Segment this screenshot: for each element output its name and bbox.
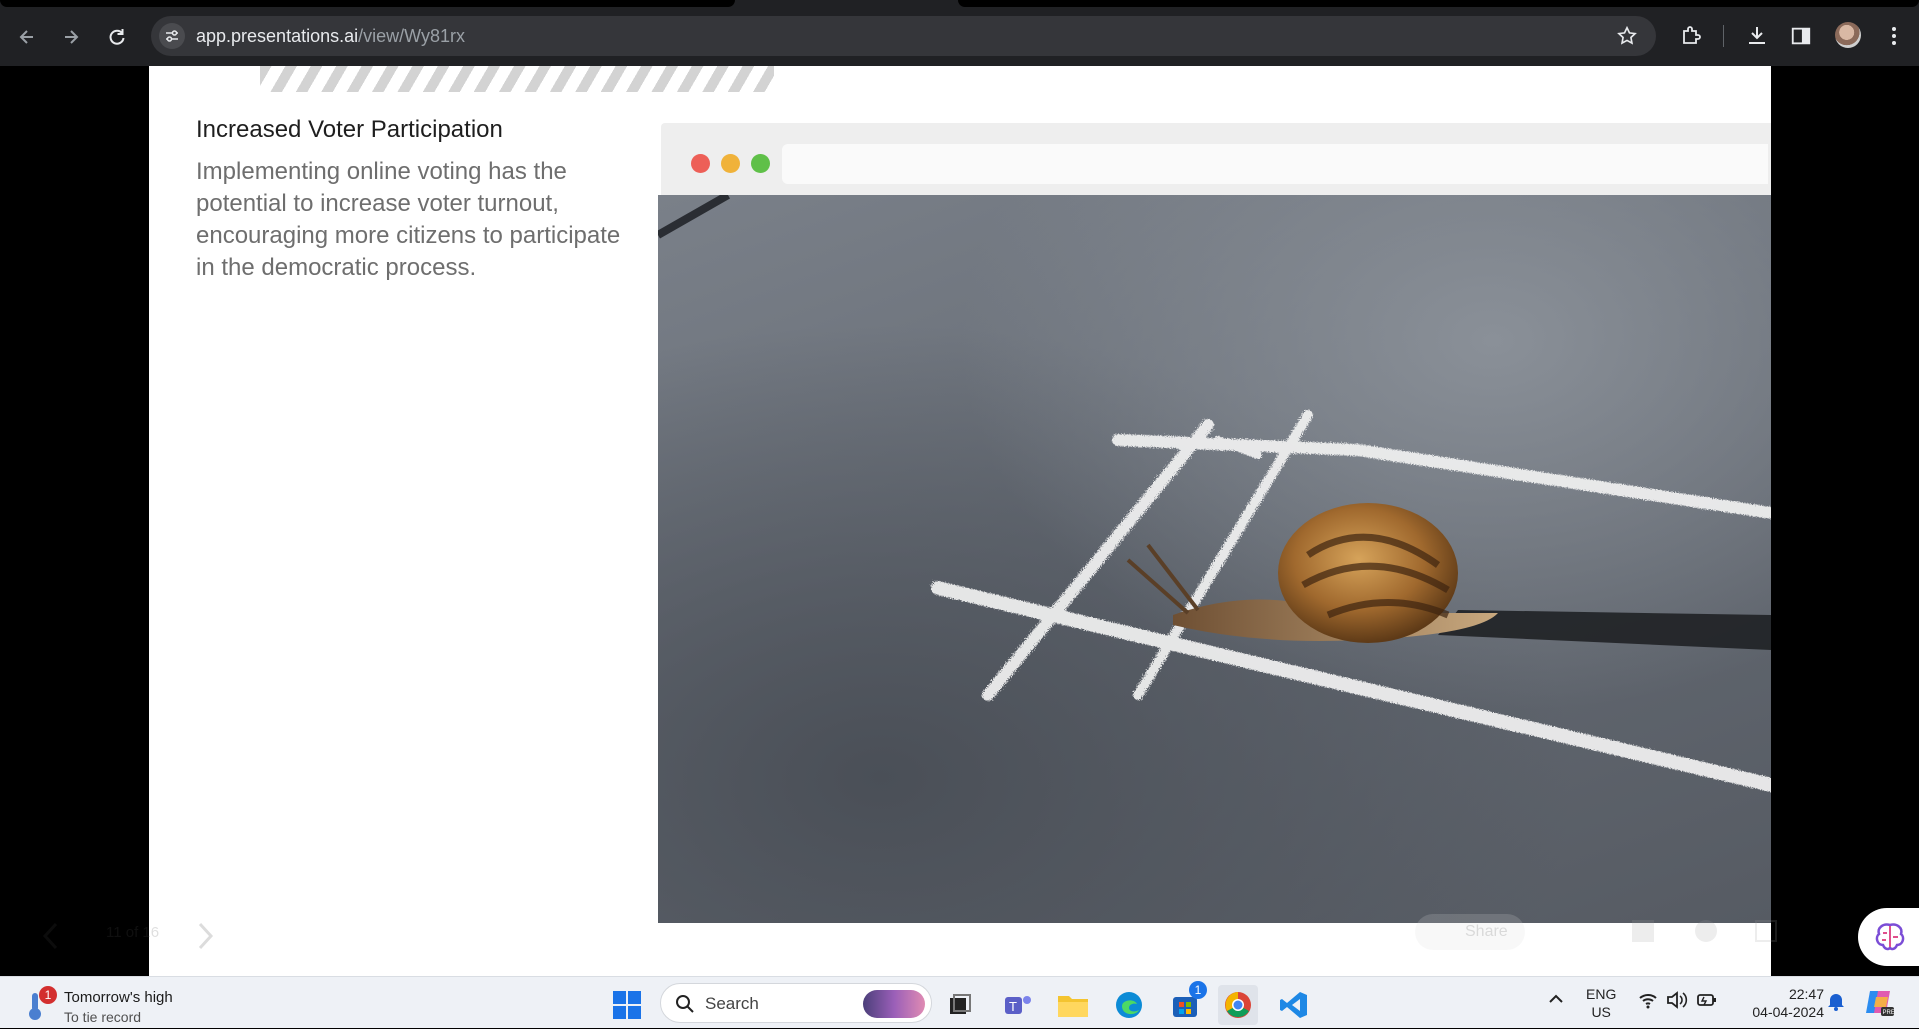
forward-button[interactable] xyxy=(56,22,86,52)
search-icon xyxy=(676,995,694,1013)
share-label: Share xyxy=(1465,923,1508,940)
vscode-icon xyxy=(1280,992,1307,1018)
profile-avatar[interactable] xyxy=(1835,22,1861,48)
previous-slide-button[interactable] xyxy=(42,922,60,955)
extensions-icon[interactable] xyxy=(1677,22,1705,50)
decorative-stripes xyxy=(260,66,774,92)
url-path: /view/Wy81rx xyxy=(358,26,465,46)
edge-app[interactable] xyxy=(1109,985,1149,1025)
input-language[interactable]: ENG US xyxy=(1586,985,1616,1021)
task-view-button[interactable] xyxy=(940,985,980,1025)
notifications-bell-icon[interactable] xyxy=(1827,991,1845,1016)
mockup-address-field xyxy=(782,144,1768,184)
ai-assistant-button[interactable] xyxy=(1858,908,1919,966)
settings-icon[interactable] xyxy=(1695,920,1717,942)
wifi-icon[interactable] xyxy=(1638,991,1658,1014)
store-app[interactable]: 1 xyxy=(1165,981,1207,1025)
clock-date: 04-04-2024 xyxy=(1752,1004,1824,1020)
site-info-icon[interactable] xyxy=(159,23,185,49)
mockup-minimize-dot xyxy=(721,154,740,173)
clock-time: 22:47 xyxy=(1788,986,1824,1002)
chrome-app[interactable] xyxy=(1218,985,1258,1025)
svg-text:T: T xyxy=(1009,999,1017,1014)
address-bar[interactable]: app.presentations.ai/view/Wy81rx xyxy=(151,16,1656,56)
page-viewport: Increased Voter Participation Implementi… xyxy=(0,66,1919,976)
task-view-icon xyxy=(950,994,971,1014)
teams-icon: T xyxy=(1005,996,1031,1014)
weather-widget[interactable]: 1 Tomorrow's high To tie record xyxy=(24,985,224,1025)
chevron-left-icon xyxy=(42,922,58,950)
reload-button[interactable] xyxy=(102,22,132,52)
weather-subtitle: To tie record xyxy=(64,1009,142,1025)
url-host: app.presentations.ai xyxy=(196,26,359,46)
next-slide-button[interactable] xyxy=(196,922,214,955)
grid-view-icon[interactable] xyxy=(1632,920,1654,942)
edge-icon xyxy=(1116,992,1142,1018)
arrow-right-icon xyxy=(65,30,79,44)
share-button[interactable]: Share xyxy=(1415,914,1525,950)
download-icon[interactable] xyxy=(1743,22,1771,50)
toolbar-divider xyxy=(1723,25,1724,47)
system-tray: ENG US 22:47 04-04-2024 PRE xyxy=(1540,977,1919,1029)
slide-counter: 11 of 16 xyxy=(106,924,160,941)
language-code: ENG xyxy=(1586,986,1617,1002)
slide-body-text: Implementing online voting has the poten… xyxy=(196,158,621,281)
vscode-app[interactable] xyxy=(1274,985,1314,1025)
kebab-menu-icon[interactable] xyxy=(1880,22,1908,50)
battery-icon[interactable] xyxy=(1696,991,1718,1014)
browser-toolbar: app.presentations.ai/view/Wy81rx xyxy=(0,0,1919,66)
slide-photo xyxy=(658,195,1771,923)
search-label: Search xyxy=(705,994,759,1013)
store-notification-badge: 1 xyxy=(1189,981,1207,999)
side-panel-icon[interactable] xyxy=(1787,22,1815,50)
weather-alert-badge: 1 xyxy=(39,986,57,1004)
folder-icon xyxy=(1058,996,1088,1017)
reload-icon xyxy=(109,29,125,45)
teams-app[interactable]: T xyxy=(998,985,1038,1025)
tab-strip xyxy=(0,0,1919,8)
volume-icon[interactable] xyxy=(1666,991,1688,1014)
bookmark-star-icon[interactable] xyxy=(1616,25,1638,52)
system-clock[interactable]: 22:47 04-04-2024 xyxy=(1740,985,1824,1021)
slide-controls: 11 of 16 Share xyxy=(0,906,1919,976)
start-button[interactable] xyxy=(607,985,647,1025)
windows-logo-icon xyxy=(613,991,641,1019)
arrow-left-icon xyxy=(19,30,33,44)
snail-chalk-illustration xyxy=(658,195,1771,792)
windows-taskbar: 1 Tomorrow's high To tie record Search T… xyxy=(0,976,1919,1028)
search-highlight-art xyxy=(863,990,925,1018)
region-code: US xyxy=(1591,1004,1611,1020)
slide-heading: Increased Voter Participation xyxy=(196,116,503,143)
copilot-icon[interactable]: PRE xyxy=(1864,987,1895,1022)
fullscreen-icon[interactable] xyxy=(1755,920,1777,942)
svg-text:PRE: PRE xyxy=(1883,1010,1895,1016)
back-button[interactable] xyxy=(12,22,42,52)
taskbar-search[interactable]: Search xyxy=(660,983,932,1023)
mockup-close-dot xyxy=(691,154,710,173)
weather-title: Tomorrow's high xyxy=(64,989,173,1006)
url-text: app.presentations.ai/view/Wy81rx xyxy=(196,26,465,47)
tab-left-edge xyxy=(0,0,735,7)
chevron-right-icon xyxy=(198,922,214,950)
chevron-up-icon[interactable] xyxy=(1548,991,1564,1009)
brain-icon xyxy=(1875,923,1905,951)
file-explorer-app[interactable] xyxy=(1053,985,1093,1025)
browser-frame-mockup xyxy=(658,123,1771,923)
presentation-slide: Increased Voter Participation Implementi… xyxy=(149,66,1771,976)
tab-right-edge xyxy=(958,0,1919,7)
chrome-icon xyxy=(1225,992,1251,1018)
mockup-maximize-dot xyxy=(751,154,770,173)
